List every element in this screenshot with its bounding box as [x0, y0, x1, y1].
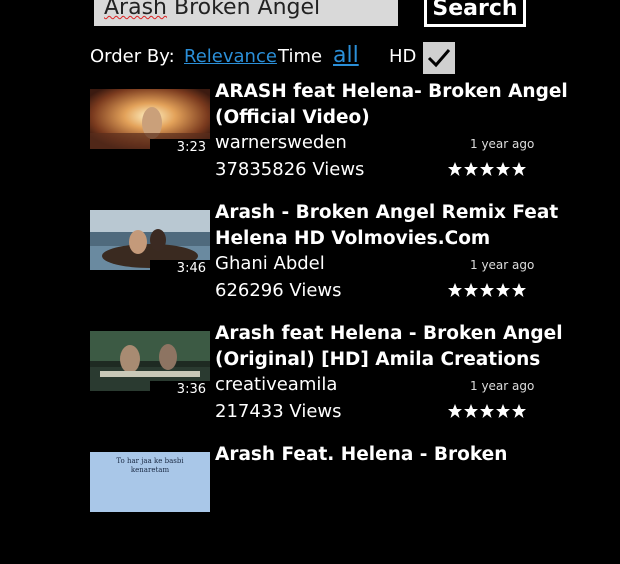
video-age: 1 year ago: [470, 379, 535, 393]
video-channel: Ghani Abdel: [215, 253, 325, 274]
search-query-word: Arash: [104, 0, 167, 20]
star-icon: [480, 404, 494, 418]
hd-label: HD: [389, 46, 417, 67]
star-icon: [448, 404, 462, 418]
thumbnail-caption: To har jaa ke basbi: [116, 457, 184, 465]
star-icon: [496, 404, 510, 418]
star-icon: [448, 162, 462, 176]
star-icon: [496, 283, 510, 297]
video-views: 217433 Views: [215, 401, 342, 422]
video-views: 37835826 Views: [215, 159, 365, 180]
video-channel: creativeamila: [215, 374, 338, 395]
video-channel: warnersweden: [215, 132, 347, 153]
star-icon: [512, 283, 526, 297]
video-duration: 3:36: [150, 381, 210, 399]
star-icon: [464, 404, 478, 418]
star-icon: [512, 404, 526, 418]
video-thumbnail[interactable]: To har jaa ke basbi kenaretam: [90, 452, 210, 512]
video-title[interactable]: ARASH feat Helena- Broken Angel (Officia…: [215, 79, 610, 131]
result-item[interactable]: 3:23 ARASH feat Helena- Broken Angel (Of…: [0, 81, 620, 201]
star-icon: [464, 283, 478, 297]
video-duration: 3:46: [150, 260, 210, 278]
video-title[interactable]: Arash - Broken Angel Remix Feat Helena H…: [215, 200, 610, 252]
rating-stars: [447, 161, 527, 177]
thumbnail-caption: kenaretam: [130, 466, 170, 474]
checkmark-icon: [427, 49, 451, 68]
star-icon: [480, 283, 494, 297]
video-title[interactable]: Arash feat Helena - Broken Angel (Origin…: [215, 321, 610, 373]
time-label: Time: [278, 46, 323, 67]
rating-stars: [447, 282, 527, 298]
search-query-rest: Broken Angel: [166, 0, 321, 20]
result-item[interactable]: 3:46 Arash - Broken Angel Remix Feat Hel…: [0, 202, 620, 322]
result-item[interactable]: 3:36 Arash feat Helena - Broken Angel (O…: [0, 323, 620, 443]
result-item[interactable]: To har jaa ke basbi kenaretam Arash Feat…: [0, 444, 620, 564]
hd-checkbox[interactable]: [423, 42, 455, 74]
video-title[interactable]: Arash Feat. Helena - Broken: [215, 442, 610, 468]
rating-stars: [447, 403, 527, 419]
star-icon: [512, 162, 526, 176]
star-icon: [480, 162, 494, 176]
star-icon: [464, 162, 478, 176]
video-age: 1 year ago: [470, 258, 535, 272]
time-all-link[interactable]: all: [333, 43, 359, 68]
order-by-label: Order By:: [90, 46, 175, 67]
search-input[interactable]: Arash Broken Angel: [94, 0, 398, 26]
video-views: 626296 Views: [215, 280, 342, 301]
star-icon: [496, 162, 510, 176]
star-icon: [448, 283, 462, 297]
search-button[interactable]: Search: [424, 0, 526, 27]
order-relevance-link[interactable]: Relevance: [184, 46, 277, 67]
video-duration: 3:23: [150, 139, 210, 157]
video-age: 1 year ago: [470, 137, 535, 151]
